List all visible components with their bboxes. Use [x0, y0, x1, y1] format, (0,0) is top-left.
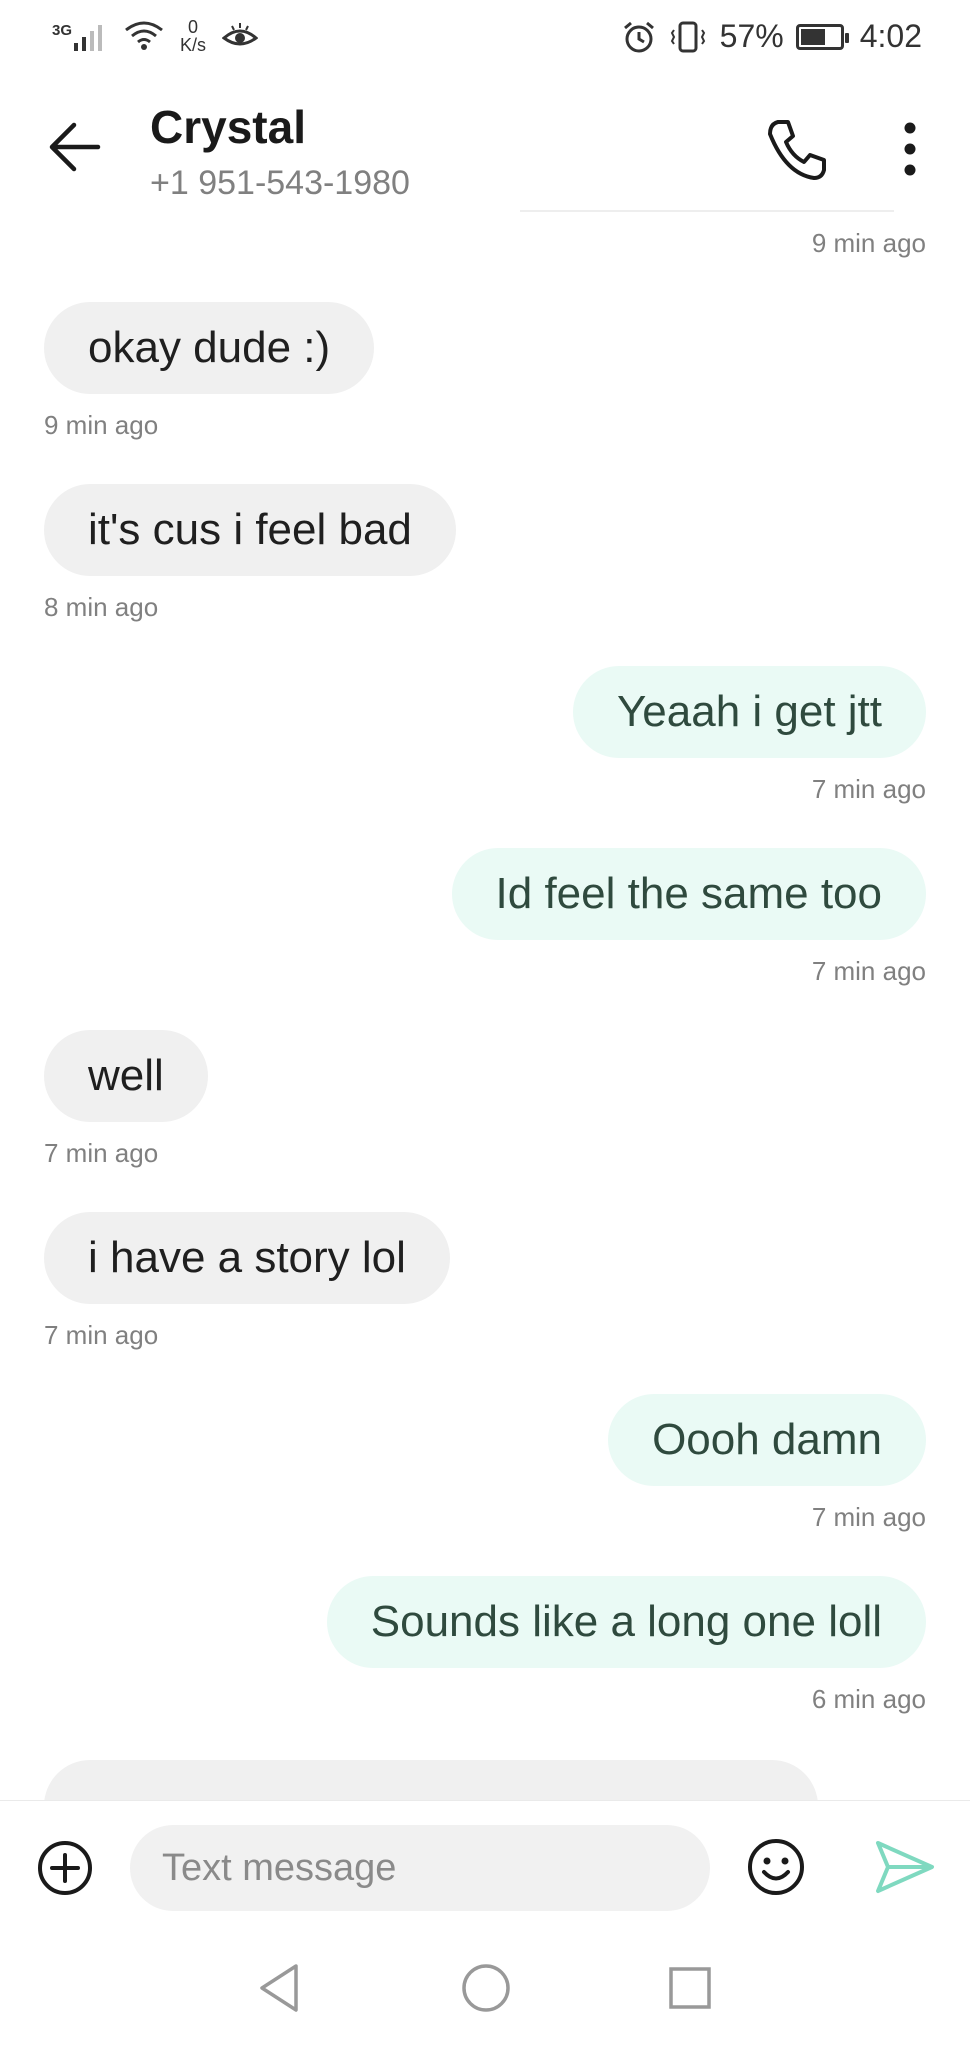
message-bubble[interactable]: Oooh damn — [608, 1394, 926, 1486]
message-input[interactable] — [130, 1825, 710, 1911]
contact-name: Crystal — [150, 101, 306, 153]
message-outgoing[interactable]: Id feel the same too — [451, 848, 926, 940]
message-bubble[interactable]: okay dude :) — [44, 302, 375, 394]
network-type: 3G — [52, 22, 73, 39]
message-bubble[interactable]: Yeaah i get jtt — [572, 666, 926, 758]
message-timestamp: 9 min ago — [811, 228, 926, 258]
send-icon[interactable] — [874, 1837, 936, 1897]
composer-bar — [0, 1800, 970, 1932]
nav-recent-apps-icon[interactable] — [666, 1964, 714, 2012]
message-outgoing[interactable]: Oooh damn — [608, 1394, 926, 1486]
conversation-header: Crystal +1 951-543-1980 — [0, 84, 970, 214]
signal-indicator: 3G — [52, 21, 108, 51]
network-speed-unit: K/s — [180, 35, 207, 55]
plus-circle-icon[interactable] — [36, 1839, 94, 1897]
nav-back-icon[interactable] — [256, 1962, 302, 2014]
message-timestamp: 7 min ago — [44, 1138, 159, 1168]
status-bar: 3G 0 K/s 57% 4:02 — [0, 0, 970, 84]
message-incoming-partial[interactable] — [44, 1760, 818, 1800]
message-outgoing[interactable]: Yeaah i get jtt — [572, 666, 926, 758]
message-bubble[interactable]: it's cus i feel bad — [44, 484, 456, 576]
message-incoming[interactable]: i have a story lol — [44, 1212, 450, 1304]
smiley-icon[interactable] — [746, 1837, 806, 1897]
battery-icon — [795, 23, 849, 50]
message-bubble[interactable]: Sounds like a long one loll — [326, 1576, 926, 1668]
vibrate-icon — [670, 21, 705, 52]
more-vertical-icon[interactable] — [880, 114, 940, 184]
header-divider — [520, 210, 894, 212]
message-timestamp: 9 min ago — [44, 410, 159, 440]
status-right: 57% 4:02 — [622, 18, 922, 55]
nav-home-icon[interactable] — [460, 1962, 512, 2014]
alarm-icon — [623, 21, 654, 52]
message-bubble[interactable]: Id feel the same too — [451, 848, 926, 940]
message-list[interactable]: 9 min ago okay dude :) 9 min ago it's cu… — [0, 214, 970, 1800]
eye-comfort-icon — [222, 23, 259, 46]
status-left: 3G 0 K/s — [52, 18, 259, 54]
battery-percent: 57% — [719, 18, 784, 54]
message-bubble[interactable]: i have a story lol — [44, 1212, 450, 1304]
battery-fill — [800, 28, 825, 45]
system-navigation-bar — [0, 1932, 970, 2048]
message-incoming[interactable]: well — [44, 1030, 208, 1122]
clock: 4:02 — [859, 18, 922, 54]
message-bubble-partial[interactable] — [44, 1760, 818, 1800]
message-timestamp: 7 min ago — [811, 956, 926, 986]
contact-number: +1 951-543-1980 — [150, 164, 410, 202]
wifi-icon — [125, 21, 163, 50]
back-arrow-icon[interactable] — [42, 114, 108, 180]
phone-icon[interactable] — [762, 114, 832, 184]
message-timestamp: 7 min ago — [811, 774, 926, 804]
message-timestamp: 6 min ago — [811, 1684, 926, 1714]
message-incoming[interactable]: okay dude :) — [44, 302, 375, 394]
message-incoming[interactable]: it's cus i feel bad — [44, 484, 456, 576]
signal-icon — [74, 25, 103, 51]
network-speed-value: 0 — [188, 17, 199, 37]
message-timestamp: 8 min ago — [44, 592, 159, 622]
message-timestamp: 7 min ago — [811, 1502, 926, 1532]
network-speed: 0 K/s — [180, 18, 206, 54]
message-bubble[interactable]: well — [44, 1030, 208, 1122]
message-timestamp: 7 min ago — [44, 1320, 159, 1350]
message-outgoing[interactable]: Sounds like a long one loll — [326, 1576, 926, 1668]
